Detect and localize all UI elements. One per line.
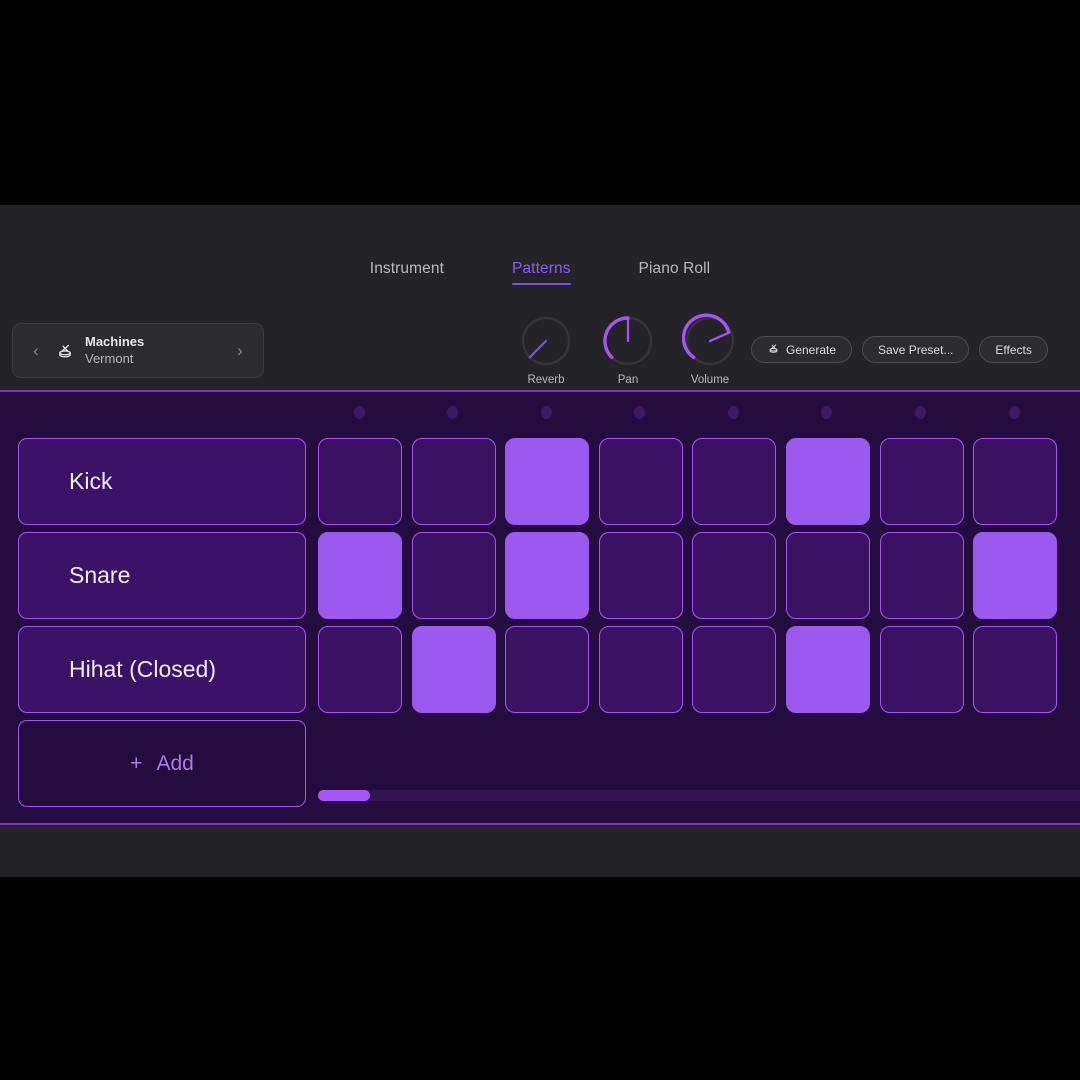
step-cell[interactable] [973,626,1058,713]
step-cell[interactable] [318,626,403,713]
step-cell[interactable] [785,626,870,713]
step-cell[interactable] [598,626,683,713]
step-cell[interactable] [411,626,496,713]
knob-dial [603,316,653,366]
preset-name: Machines [85,334,145,350]
step-cell[interactable] [411,438,496,525]
step-row-hihat [314,626,1061,713]
knob-label-reverb: Reverb [527,374,565,386]
step-cell[interactable] [692,438,777,525]
step-cell[interactable] [411,532,496,619]
step-cell[interactable] [598,532,683,619]
step-indicator-dot [727,406,739,419]
step-cell[interactable] [505,532,590,619]
horizontal-scrollbar[interactable] [318,790,1080,801]
step-indicator-dot [634,406,646,419]
track-label-snare[interactable]: Snare [18,532,306,619]
chevron-right-icon[interactable]: › [231,342,249,359]
preset-subtitle: Vermont [85,350,134,366]
step-indicator-dot [540,406,552,419]
plus-icon: + [130,751,143,775]
step-row-snare [314,532,1061,619]
table-row: Kick [18,438,1061,525]
knob-group: Reverb Pan Volume [518,313,738,386]
track-label-hihat[interactable]: Hihat (Closed) [18,626,306,713]
knob-dial [682,313,735,366]
add-track-label: Add [156,751,194,775]
drum-icon [55,341,75,361]
track-rows: Kick Snare Hihat (Closed) + Add [18,438,1061,807]
step-cell[interactable] [879,532,964,619]
table-row: Snare [18,532,1061,619]
preset-text: Machines Vermont [85,334,231,367]
step-cell[interactable] [692,626,777,713]
step-cell[interactable] [785,532,870,619]
knob-reverb[interactable]: Reverb [518,313,574,386]
tab-patterns[interactable]: Patterns [512,260,571,285]
step-cell[interactable] [692,532,777,619]
tab-piano-roll[interactable]: Piano Roll [639,260,711,285]
effects-button-label: Effects [995,342,1032,357]
sequencer-panel: Kick Snare Hihat (Closed) + Add [0,390,1080,825]
step-cell[interactable] [505,626,590,713]
knob-label-pan: Pan [617,374,639,386]
step-indicator-dot [821,406,833,419]
step-cell[interactable] [505,438,590,525]
chevron-left-icon[interactable]: ‹ [27,342,45,359]
app-stage: Instrument Patterns Piano Roll ‹ Machine… [0,205,1080,877]
step-cell[interactable] [973,532,1058,619]
step-cell[interactable] [879,626,964,713]
save-preset-button-label: Save Preset... [878,342,954,357]
tab-instrument[interactable]: Instrument [370,260,444,285]
knob-pan[interactable]: Pan [600,313,656,386]
generate-button-label: Generate [786,342,837,357]
step-cell[interactable] [318,532,403,619]
knob-label-volume: Volume [690,374,730,386]
step-cell[interactable] [785,438,870,525]
step-indicator-dot [447,406,459,419]
step-indicator-row [313,406,1060,419]
action-buttons: Generate Save Preset... Effects [751,336,1048,363]
step-cell[interactable] [318,438,403,525]
table-row: Hihat (Closed) [18,626,1061,713]
drum-icon [767,342,780,358]
preset-selector[interactable]: ‹ Machines Vermont › [12,323,264,378]
add-track-button[interactable]: + Add [18,720,306,807]
track-label-kick[interactable]: Kick [18,438,306,525]
scrollbar-thumb[interactable] [318,790,370,801]
tab-bar: Instrument Patterns Piano Roll [0,260,1080,285]
save-preset-button[interactable]: Save Preset... [862,336,970,363]
knob-dial [521,316,571,366]
knob-volume[interactable]: Volume [682,313,738,386]
step-indicator-dot [915,406,927,419]
step-cell[interactable] [598,438,683,525]
step-cell[interactable] [879,438,964,525]
step-row-kick [314,438,1061,525]
generate-button[interactable]: Generate [751,336,853,363]
step-indicator-dot [353,406,365,419]
step-cell[interactable] [973,438,1058,525]
effects-button[interactable]: Effects [979,336,1048,363]
step-indicator-dot [1008,406,1020,419]
